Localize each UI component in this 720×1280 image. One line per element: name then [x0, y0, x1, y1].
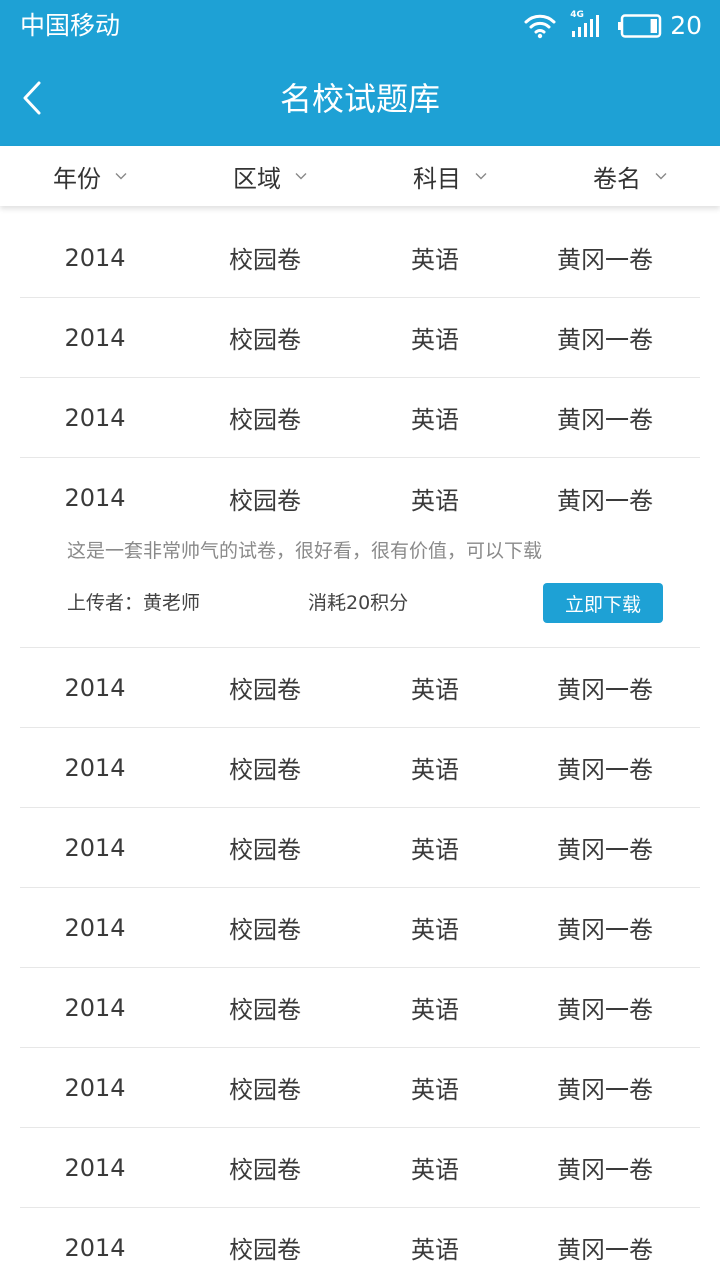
- table-row[interactable]: 2014 校园卷 英语 黄冈一卷: [20, 648, 700, 728]
- cell-region: 校园卷: [229, 1156, 301, 1184]
- table-row[interactable]: 2014 校园卷 英语 黄冈一卷: [20, 218, 700, 298]
- cell-paper-name: 黄冈一卷: [557, 756, 653, 784]
- cell-subject: 英语: [411, 1156, 459, 1184]
- cell-paper-name: 黄冈一卷: [557, 246, 653, 274]
- cell-subject: 英语: [411, 676, 459, 704]
- chevron-down-icon: [295, 173, 307, 180]
- table-row[interactable]: 2014 校园卷 英语 黄冈一卷: [20, 968, 700, 1048]
- cell-region: 校园卷: [229, 676, 301, 704]
- cell-year: 2014: [64, 673, 126, 702]
- cell-year: 2014: [64, 323, 126, 352]
- cell-year: 2014: [64, 913, 126, 942]
- cell-region: 校园卷: [229, 836, 301, 864]
- cell-paper-name: 黄冈一卷: [557, 676, 653, 704]
- download-button[interactable]: 立即下载: [543, 583, 663, 623]
- uploader-text: 上传者：黄老师: [67, 592, 201, 614]
- status-bar: 中国移动 4G 20: [0, 0, 720, 52]
- cell-region: 校园卷: [229, 486, 301, 515]
- filter-label: 区域: [233, 164, 281, 193]
- table-row[interactable]: 2014 校园卷 英语 黄冈一卷: [20, 888, 700, 968]
- cell-subject: 英语: [411, 916, 459, 944]
- cell-paper-name: 黄冈一卷: [557, 916, 653, 944]
- filter-label: 卷名: [593, 164, 641, 193]
- cell-region: 校园卷: [229, 246, 301, 274]
- cell-year: 2014: [64, 243, 126, 272]
- cell-year: 2014: [64, 1153, 126, 1182]
- cell-subject: 英语: [411, 246, 459, 274]
- cell-paper-name: 黄冈一卷: [557, 1236, 653, 1264]
- table-row[interactable]: 2014 校园卷 英语 黄冈一卷: [20, 298, 700, 378]
- cell-subject: 英语: [411, 326, 459, 354]
- table-row[interactable]: 2014 校园卷 英语 黄冈一卷: [20, 1048, 700, 1128]
- exam-list: 2014 校园卷 英语 黄冈一卷 2014 校园卷 英语 黄冈一卷 2014 校…: [20, 218, 700, 1280]
- cell-region: 校园卷: [229, 756, 301, 784]
- cell-region: 校园卷: [229, 916, 301, 944]
- table-row[interactable]: 2014 校园卷 英语 黄冈一卷: [20, 728, 700, 808]
- cell-paper-name: 黄冈一卷: [557, 486, 653, 515]
- cell-subject: 英语: [411, 836, 459, 864]
- table-row[interactable]: 2014 校园卷 英语 黄冈一卷: [20, 378, 700, 458]
- cell-year: 2014: [64, 1073, 126, 1102]
- battery-icon: [618, 14, 662, 38]
- nav-bar: 名校试题库: [0, 52, 720, 146]
- cell-paper-name: 黄冈一卷: [557, 996, 653, 1024]
- cell-region: 校园卷: [229, 326, 301, 354]
- cell-year: 2014: [64, 403, 126, 432]
- chevron-down-icon: [655, 173, 667, 180]
- cell-region: 校园卷: [229, 1076, 301, 1104]
- cost-text: 消耗20积分: [308, 592, 409, 614]
- filter-region[interactable]: 区域: [180, 146, 360, 206]
- filter-label: 年份: [53, 164, 101, 193]
- filter-year[interactable]: 年份: [0, 146, 180, 206]
- cell-paper-name: 黄冈一卷: [557, 326, 653, 354]
- cell-paper-name: 黄冈一卷: [557, 406, 653, 434]
- page-title: 名校试题库: [279, 80, 440, 118]
- cell-paper-name: 黄冈一卷: [557, 1156, 653, 1184]
- cell-paper-name: 黄冈一卷: [557, 1076, 653, 1104]
- cell-subject: 英语: [411, 756, 459, 784]
- cell-year: 2014: [64, 484, 126, 512]
- signal-icon: 4G: [570, 10, 602, 39]
- carrier-name: 中国移动: [20, 11, 121, 40]
- cell-region: 校园卷: [229, 406, 301, 434]
- table-row[interactable]: 2014 校园卷 英语 黄冈一卷: [20, 458, 700, 538]
- paper-description: 这是一套非常帅气的试卷，很好看，很有价值，可以下载: [67, 540, 543, 562]
- expanded-row: 2014 校园卷 英语 黄冈一卷 这是一套非常帅气的试卷，很好看，很有价值，可以…: [20, 458, 700, 648]
- chevron-down-icon: [475, 173, 487, 180]
- status-icons: 4G 20: [524, 10, 702, 42]
- filter-subject[interactable]: 科目: [360, 146, 540, 206]
- cell-region: 校园卷: [229, 996, 301, 1024]
- cell-region: 校园卷: [229, 1236, 301, 1264]
- battery-level-text: 20: [670, 11, 702, 40]
- cell-subject: 英语: [411, 1076, 459, 1104]
- filter-paper-name[interactable]: 卷名: [540, 146, 720, 206]
- cell-subject: 英语: [411, 406, 459, 434]
- filter-label: 科目: [413, 164, 461, 193]
- cell-year: 2014: [64, 1233, 126, 1262]
- cell-year: 2014: [64, 833, 126, 862]
- table-row[interactable]: 2014 校园卷 英语 黄冈一卷: [20, 1128, 700, 1208]
- filter-bar: 年份 区域 科目 卷名: [0, 146, 720, 206]
- wifi-icon: [524, 14, 556, 39]
- cell-subject: 英语: [411, 1236, 459, 1264]
- cell-year: 2014: [64, 993, 126, 1022]
- chevron-down-icon: [115, 173, 127, 180]
- cell-subject: 英语: [411, 996, 459, 1024]
- app-header: 中国移动 4G 20 名校试题库: [0, 0, 720, 146]
- network-type-label: 4G: [570, 10, 584, 20]
- cell-year: 2014: [64, 753, 126, 782]
- table-row[interactable]: 2014 校园卷 英语 黄冈一卷: [20, 808, 700, 888]
- cell-paper-name: 黄冈一卷: [557, 836, 653, 864]
- table-row[interactable]: 2014 校园卷 英语 黄冈一卷: [20, 1208, 700, 1280]
- cell-subject: 英语: [411, 486, 459, 515]
